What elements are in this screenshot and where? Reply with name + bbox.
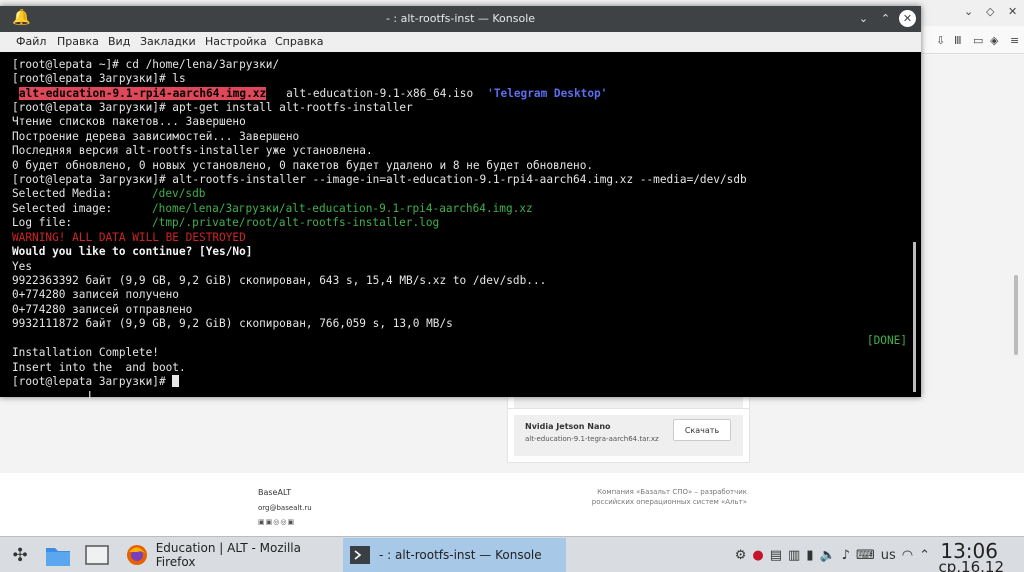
ls-entry-iso: alt-education-9.1-x86_64.iso: [286, 87, 474, 100]
site-footer: BaseALT org@basealt.ru ▣▣◎◎▣ Компания «Б…: [0, 473, 1024, 536]
menu-bookmarks[interactable]: Закладки: [140, 35, 196, 48]
footer-email-link[interactable]: org@basealt.ru: [258, 504, 312, 512]
selected-media-label: Selected Media:: [12, 187, 113, 200]
footer-brand: BaseALT: [258, 488, 292, 497]
konsole-window: 🔔 - : alt-rootfs-inst — Konsole ⌄ ⌃ ✕ Фа…: [0, 6, 921, 403]
terminal-line: [root@lepata Загрузки]# ls: [12, 72, 186, 85]
selected-image-label: Selected image:: [12, 202, 113, 215]
terminal-line: Insert into the and boot.: [12, 361, 186, 374]
terminal-line: alt-education-9.1-rpi4-aarch64.img.xz alt…: [12, 87, 607, 101]
terminal-line: Selected Media: /dev/sdb: [12, 187, 205, 201]
page-scrollbar[interactable]: [1014, 275, 1018, 355]
terminal-prompt[interactable]: [root@lepata Загрузки]#: [12, 375, 180, 389]
clipboard-icon[interactable]: ▥: [788, 548, 800, 563]
terminal-line: Последняя версия alt-rootfs-installer уж…: [12, 144, 373, 157]
clock-date[interactable]: ср,16.12: [939, 558, 1004, 572]
download-title: Nvidia Jetson Nano: [525, 422, 611, 431]
terminal-icon: [350, 546, 370, 564]
network-manager-icon[interactable]: ⚙: [735, 548, 747, 563]
menu-file[interactable]: Файл: [16, 35, 46, 48]
terminal-line: 9922363392 байт (9,9 GB, 9,2 GiB) скопир…: [12, 274, 547, 287]
prompt-line: Would you like to continue? [Yes/No]: [12, 245, 253, 258]
ls-entry-image: alt-education-9.1-rpi4-aarch64.img.xz: [19, 87, 267, 100]
firefox-icon: [127, 545, 147, 565]
restore-icon[interactable]: ◇: [986, 5, 994, 18]
wifi-icon[interactable]: ◠: [902, 548, 913, 563]
selected-image-value: /home/lena/Загрузки/alt-education-9.1-rp…: [152, 202, 533, 215]
terminal-line: [root@lepata ~]# cd /home/lena/Загрузки/: [12, 58, 280, 71]
taskbar: ✣ Education | ALT - Mozilla Firefox - : …: [0, 536, 1024, 572]
text-cursor: [172, 375, 180, 387]
window-titlebar[interactable]: 🔔 - : alt-rootfs-inst — Konsole ⌄ ⌃ ✕: [0, 6, 921, 32]
download-button[interactable]: Скачать: [673, 419, 731, 441]
menu-help[interactable]: Справка: [275, 35, 323, 48]
menu-icon[interactable]: ≡: [1010, 34, 1019, 47]
folder-icon: [46, 548, 70, 566]
download-card-inner: Nvidia Jetson Nano alt-education-9.1-teg…: [514, 415, 743, 456]
library-icon[interactable]: Ⅲ: [954, 34, 962, 47]
shield-icon[interactable]: ◈: [990, 34, 998, 47]
file-manager-launcher[interactable]: [42, 537, 74, 572]
footer-social-icons[interactable]: ▣▣◎◎▣: [258, 518, 295, 526]
task-firefox[interactable]: Education | ALT - Mozilla Firefox: [120, 538, 342, 572]
download-card: Nvidia Jetson Nano alt-education-9.1-teg…: [507, 408, 750, 463]
close-icon[interactable]: ✕: [1008, 5, 1017, 18]
application-launcher[interactable]: ✣: [6, 537, 34, 572]
terminal-line: Построение дерева зависимостей... Заверш…: [12, 130, 300, 143]
volume-icon[interactable]: 🔈: [819, 548, 835, 563]
keyboard-layout[interactable]: us: [881, 548, 896, 563]
update-icon[interactable]: ▤: [770, 548, 782, 563]
terminal-line: [root@lepata Загрузки]# apt-get install …: [12, 101, 413, 114]
minimize-button[interactable]: ⌄: [855, 10, 872, 27]
footer-note: Компания «Базальт СПО» – разработчик рос…: [591, 488, 747, 506]
terminal-scrollbar[interactable]: [913, 242, 916, 392]
desktop-icon: [85, 545, 109, 565]
terminal-line: 0+774280 записей отправлено: [12, 303, 193, 316]
log-file-value: /tmp/.private/root/alt-rootfs-installer.…: [152, 216, 440, 229]
done-status: [DONE]: [866, 334, 907, 347]
maximize-button[interactable]: ⌃: [877, 10, 894, 27]
download-filename: alt-education-9.1-tegra-aarch64.tar.xz: [525, 435, 659, 443]
download-card-inner: [514, 397, 743, 408]
download-icon[interactable]: ⇩: [936, 34, 945, 47]
terminal-line: Yes: [12, 260, 33, 273]
launcher-icon: ✣: [12, 544, 28, 566]
prompt-text: [root@lepata Загрузки]#: [12, 375, 173, 388]
battery-icon[interactable]: ▮: [806, 548, 813, 563]
minimize-icon[interactable]: ⌄: [964, 5, 973, 18]
log-file-label: Log file:: [12, 216, 73, 229]
terminal-line: 9932111872 байт (9,9 GB, 9,2 GiB) скопир…: [12, 317, 453, 330]
menu-view[interactable]: Вид: [108, 35, 130, 48]
ls-entry-dir: 'Telegram Desktop': [487, 87, 608, 100]
microphone-icon[interactable]: ♪: [842, 548, 850, 563]
terminal-line: Log file: /tmp/.private/root/alt-rootfs-i…: [12, 216, 439, 230]
terminal-line: [root@lepata Загрузки]# alt-rootfs-insta…: [12, 173, 747, 186]
menu-settings[interactable]: Настройка: [205, 35, 267, 48]
selected-media-value: /dev/sdb: [152, 187, 206, 200]
tray-expand-icon[interactable]: ⌃: [919, 548, 930, 563]
warning-line: WARNING! ALL DATA WILL BE DESTROYED: [12, 231, 246, 244]
recording-icon[interactable]: ●: [752, 548, 763, 563]
task-label: Education | ALT - Mozilla Firefox: [155, 541, 301, 569]
task-label: - : alt-rootfs-inst — Konsole: [379, 548, 542, 562]
terminal-line: Чтение списков пакетов... Завершено: [12, 115, 246, 128]
keyboard-icon[interactable]: ⌨: [856, 548, 875, 563]
menu-bar: Файл Правка Вид Закладки Настройка Справ…: [0, 32, 921, 52]
terminal-view[interactable]: [root@lepata ~]# cd /home/lena/Загрузки/…: [0, 52, 921, 403]
terminal-line: Installation Complete!: [12, 346, 159, 359]
system-tray: ⚙ ● ▤ ▥ ▮ 🔈 ♪ ⌨ us ◠ ⌃: [735, 537, 930, 572]
task-konsole[interactable]: - : alt-rootfs-inst — Konsole: [343, 538, 566, 572]
window-title: - : alt-rootfs-inst — Konsole: [385, 12, 536, 25]
close-button[interactable]: ✕: [899, 10, 916, 27]
terminal-line: Selected image: /home/lena/Загрузки/alt-e…: [12, 202, 533, 216]
sidebar-icon[interactable]: ▭: [973, 34, 983, 47]
mouse-cursor-icon: I: [88, 389, 92, 403]
terminal-line: 0 будет обновлено, 0 новых установлено, …: [12, 159, 594, 172]
menu-edit[interactable]: Правка: [57, 35, 99, 48]
terminal-line: 0+774280 записей получено: [12, 288, 179, 301]
show-desktop-button[interactable]: [82, 537, 112, 572]
